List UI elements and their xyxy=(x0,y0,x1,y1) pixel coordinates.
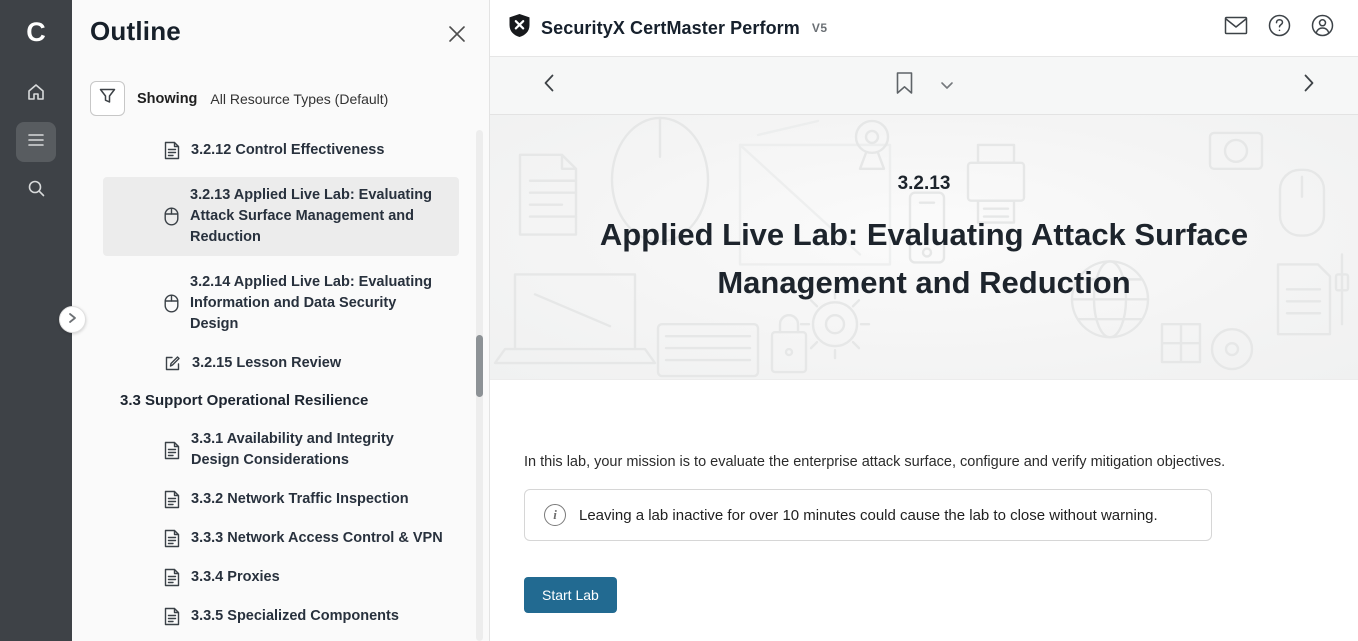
comptia-logo: C xyxy=(26,12,46,52)
filter-funnel-icon xyxy=(99,88,116,109)
outline-item[interactable]: 3.3.3 Network Access Control & VPN xyxy=(103,526,459,551)
document-icon xyxy=(164,529,180,548)
outline-item[interactable]: 3.2.14 Applied Live Lab: Evaluating Info… xyxy=(103,270,459,337)
info-icon: i xyxy=(544,504,566,526)
close-icon xyxy=(447,31,467,48)
product-version-badge: V5 xyxy=(812,21,828,35)
chevron-right-icon xyxy=(1303,73,1315,98)
question-circle-icon xyxy=(1268,14,1291,42)
lesson-number: 3.2.13 xyxy=(490,173,1358,195)
home-button[interactable] xyxy=(16,74,56,114)
document-icon xyxy=(164,490,180,509)
filter-button[interactable] xyxy=(90,81,125,116)
account-button[interactable] xyxy=(1310,16,1334,40)
resource-filter-row: Showing All Resource Types (Default) xyxy=(90,81,489,116)
home-icon xyxy=(26,82,46,107)
main-area: SecurityX CertMaster Perform V5 xyxy=(490,0,1358,641)
outline-item[interactable]: 3.3.1 Availability and Integrity Design … xyxy=(103,427,459,473)
chevron-down-icon xyxy=(940,77,954,95)
outline-menu-button[interactable] xyxy=(16,122,56,162)
mouse-icon xyxy=(164,207,179,226)
lesson-content: In this lab, your mission is to evaluate… xyxy=(490,380,1358,613)
bookmark-button[interactable] xyxy=(895,71,914,100)
close-outline-button[interactable] xyxy=(447,24,467,44)
outline-item[interactable]: 3.3.4 Proxies xyxy=(103,565,459,590)
mouse-icon xyxy=(164,294,179,313)
previous-page-button[interactable] xyxy=(534,71,564,101)
document-icon xyxy=(164,568,180,587)
search-button[interactable] xyxy=(16,170,56,210)
outline-panel-title: Outline xyxy=(90,16,469,47)
outline-scrollbar-thumb[interactable] xyxy=(476,335,483,397)
help-button[interactable] xyxy=(1267,16,1291,40)
user-circle-icon xyxy=(1311,14,1334,42)
lesson-toolbar xyxy=(490,57,1358,115)
document-icon xyxy=(164,441,180,460)
product-title: SecurityX CertMaster Perform xyxy=(541,18,800,39)
chevron-right-icon xyxy=(68,311,77,329)
inactivity-notice: i Leaving a lab inactive for over 10 min… xyxy=(524,489,1212,541)
outline-section-header[interactable]: 3.3 Support Operational Resilience xyxy=(120,390,459,411)
search-icon xyxy=(26,178,46,203)
lesson-title: Applied Live Lab: Evaluating Attack Surf… xyxy=(569,211,1279,307)
document-icon xyxy=(164,141,180,160)
outline-item[interactable]: 3.3.2 Network Traffic Inspection xyxy=(103,487,459,512)
envelope-icon xyxy=(1224,16,1248,40)
securityx-shield-icon xyxy=(508,13,531,43)
start-lab-button[interactable]: Start Lab xyxy=(524,577,617,613)
outline-panel: Outline Showing All Resource Types (Defa… xyxy=(72,0,490,641)
panel-expand-toggle[interactable] xyxy=(59,306,86,333)
pencil-icon xyxy=(164,355,181,372)
bookmark-menu-button[interactable] xyxy=(940,77,954,95)
inactivity-notice-text: Leaving a lab inactive for over 10 minut… xyxy=(579,507,1158,524)
main-header: SecurityX CertMaster Perform V5 xyxy=(490,0,1358,57)
outline-item[interactable]: 3.2.12 Control Effectiveness xyxy=(103,138,459,163)
messages-button[interactable] xyxy=(1224,16,1248,40)
hamburger-menu-icon xyxy=(26,132,46,153)
lesson-intro-text: In this lab, your mission is to evaluate… xyxy=(524,454,1318,470)
outline-list: 3.2.12 Control Effectiveness 3.2.13 Appl… xyxy=(72,138,489,641)
outline-item[interactable]: 3.2.13 Applied Live Lab: Evaluating Atta… xyxy=(103,177,459,256)
next-page-button[interactable] xyxy=(1294,71,1324,101)
bookmark-icon xyxy=(895,71,914,100)
chevron-left-icon xyxy=(543,73,555,98)
showing-label: Showing xyxy=(137,91,197,107)
filter-value-label: All Resource Types (Default) xyxy=(210,91,388,107)
document-icon xyxy=(164,607,180,626)
outline-item[interactable]: 3.2.15 Lesson Review xyxy=(103,351,459,376)
lesson-banner: 3.2.13 Applied Live Lab: Evaluating Atta… xyxy=(490,115,1358,380)
outline-item[interactable]: 3.3.5 Specialized Components xyxy=(103,604,459,629)
app-window: C Outline Showing xyxy=(0,0,1358,641)
